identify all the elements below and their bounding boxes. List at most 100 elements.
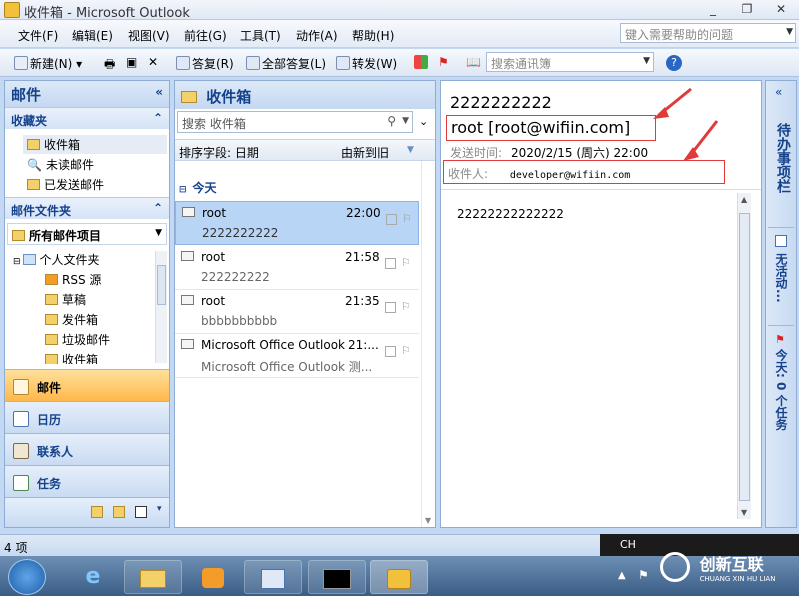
reply-button[interactable]: 答复(R) — [176, 55, 234, 72]
menu-edit[interactable]: 编辑(E) — [72, 27, 113, 44]
menu-actions[interactable]: 动作(A) — [296, 27, 338, 44]
help-icon[interactable]: ? — [666, 55, 682, 71]
envelope-icon — [181, 339, 194, 349]
flag-icon[interactable]: ⚐ — [401, 300, 413, 314]
tree-personal-folders[interactable]: ⊟ 个人文件夹 — [13, 251, 100, 268]
start-button[interactable] — [8, 559, 46, 595]
scroll-up-icon[interactable]: ▲ — [741, 195, 747, 204]
message-item[interactable]: root 22:00 2222222222 ⚐ — [175, 201, 419, 245]
category-checkbox[interactable] — [385, 258, 396, 269]
favorite-unread[interactable]: 🔍 未读邮件 — [27, 156, 94, 173]
message-item[interactable]: Microsoft Office Outlook 21:... Microsof… — [175, 334, 419, 378]
menu-go[interactable]: 前往(G) — [184, 27, 227, 44]
flag-icon[interactable]: ⚐ — [402, 212, 414, 226]
delete-icon[interactable]: ✕ — [148, 55, 158, 69]
outlook-taskbar-icon[interactable] — [370, 560, 428, 594]
nav-button-calendar[interactable]: 日历 — [5, 401, 169, 433]
scroll-down-icon[interactable]: ▼ — [425, 516, 431, 525]
nav-button-tasks[interactable]: 任务 — [5, 465, 169, 497]
explorer-icon[interactable] — [124, 560, 182, 594]
configure-buttons-icon[interactable]: ▾ — [157, 504, 162, 514]
contact-search-input[interactable]: 搜索通讯簿 ▼ — [486, 52, 654, 72]
reply-all-button[interactable]: 全部答复(L) — [246, 55, 326, 72]
folder-list-icon[interactable] — [113, 506, 125, 518]
tree-outbox[interactable]: 发件箱 — [45, 311, 98, 328]
menu-view[interactable]: 视图(V) — [128, 27, 170, 44]
search-icon[interactable]: ⚲ — [387, 114, 396, 128]
tree-inbox[interactable]: 收件箱 — [45, 351, 98, 364]
collapse-icon[interactable]: « — [155, 85, 163, 99]
favorite-sent[interactable]: 已发送邮件 — [27, 176, 104, 193]
flag-icon[interactable]: ⚑ — [438, 55, 449, 69]
scrollbar-thumb[interactable] — [739, 213, 750, 501]
chevron-down-icon[interactable]: ▼ — [786, 27, 793, 37]
menu-help[interactable]: 帮助(H) — [352, 27, 394, 44]
menu-file[interactable]: 文件(F) — [18, 27, 58, 44]
category-checkbox[interactable] — [385, 346, 396, 357]
collapse-group-icon[interactable]: ⊟ — [179, 185, 187, 195]
chevron-down-icon[interactable]: ▼ — [643, 56, 650, 66]
expand-search-icon[interactable]: ⌄ — [419, 115, 428, 128]
flag-tray-icon[interactable]: ⚑ — [638, 568, 649, 582]
new-button[interactable]: 新建(N) ▾ — [14, 55, 82, 72]
nav-button-mail-label: 邮件 — [37, 381, 62, 395]
tree-drafts[interactable]: 草稿 — [45, 291, 86, 308]
nav-button-mail[interactable]: 邮件 — [5, 369, 169, 401]
todo-appointments[interactable]: 无活动... — [773, 253, 790, 303]
forward-button[interactable]: 转发(W) — [336, 55, 397, 72]
category-checkbox[interactable] — [385, 302, 396, 313]
all-mail-items-select[interactable]: 所有邮件项目 ▼ — [7, 223, 167, 245]
cmd-icon[interactable] — [308, 560, 366, 594]
sort-header[interactable]: 排序字段: 日期 由新到旧 ▼ — [175, 139, 435, 161]
notes-icon[interactable] — [91, 506, 103, 518]
group-header-today[interactable]: ⊟ 今天 — [179, 179, 217, 196]
close-button[interactable]: ✕ — [768, 1, 794, 17]
tree-junk[interactable]: 垃圾邮件 — [45, 331, 110, 348]
message-item[interactable]: root 21:58 222222222 ⚐ — [175, 246, 419, 290]
message-list-scrollbar[interactable]: ▼ — [421, 161, 435, 527]
shortcuts-icon[interactable] — [135, 506, 147, 518]
menu-tools[interactable]: 工具(T) — [240, 27, 281, 44]
maximize-button[interactable]: ❐ — [734, 1, 760, 17]
media-player-icon[interactable] — [184, 560, 242, 594]
chevron-down-icon[interactable]: ▼ — [402, 116, 409, 126]
control-panel-icon[interactable] — [244, 560, 302, 594]
expand-icon[interactable]: « — [775, 85, 782, 99]
favorite-inbox[interactable]: 收件箱 — [23, 135, 167, 154]
move-icon[interactable]: ▣ — [126, 55, 137, 69]
message-item[interactable]: root 21:35 bbbbbbbbbb ⚐ — [175, 290, 419, 334]
scrollbar-thumb[interactable] — [157, 265, 166, 305]
tree-rss[interactable]: RSS 源 — [45, 271, 101, 288]
todo-tasks[interactable]: 今天: 0 个任务 — [773, 349, 790, 431]
chevron-up-icon[interactable]: ⌃ — [153, 201, 163, 215]
help-search-input[interactable]: 键入需要帮助的问题 ▼ — [620, 23, 796, 43]
ie-icon[interactable]: e — [64, 560, 122, 594]
tray-arrow-icon[interactable]: ▲ — [618, 570, 626, 581]
folder-tree-scrollbar[interactable] — [155, 251, 167, 363]
input-language[interactable]: CH — [620, 538, 636, 551]
flag-icon[interactable]: ⚐ — [401, 344, 413, 358]
envelope-icon — [181, 251, 194, 261]
nav-button-contacts[interactable]: 联系人 — [5, 433, 169, 465]
mail-folders-title: 邮件文件夹 — [11, 204, 72, 218]
todo-bar-title[interactable]: 待办事项栏 — [773, 123, 793, 193]
favorites-header[interactable]: 收藏夹 ⌃ — [5, 107, 169, 129]
inbox-search-input[interactable]: 搜索 收件箱 ⚲ ▼ — [177, 111, 413, 133]
scroll-down-icon[interactable]: ▼ — [741, 508, 747, 517]
category-checkbox[interactable] — [386, 214, 397, 225]
categorize-icon[interactable] — [414, 55, 430, 70]
reading-pane-scrollbar[interactable]: ▲ ▼ — [737, 193, 751, 519]
chevron-down-icon[interactable]: ▼ — [155, 228, 162, 238]
mail-folders-header[interactable]: 邮件文件夹 ⌃ — [5, 197, 169, 219]
address-book-icon[interactable]: 📖 — [466, 55, 481, 69]
categorize-swatch — [414, 55, 428, 69]
sort-order-label[interactable]: 由新到旧 — [341, 144, 389, 161]
chevron-up-icon[interactable]: ⌃ — [153, 111, 163, 125]
sort-field-label[interactable]: 排序字段: 日期 — [179, 146, 259, 160]
sort-down-icon[interactable]: ▼ — [407, 145, 414, 155]
window-title: 收件箱 - Microsoft Outlook — [24, 6, 190, 21]
minimize-button[interactable]: _ — [700, 1, 726, 17]
flag-icon[interactable]: ⚐ — [401, 256, 413, 270]
print-icon[interactable]: 🖶 — [104, 55, 115, 76]
collapse-tree-icon[interactable]: ⊟ — [13, 257, 21, 267]
